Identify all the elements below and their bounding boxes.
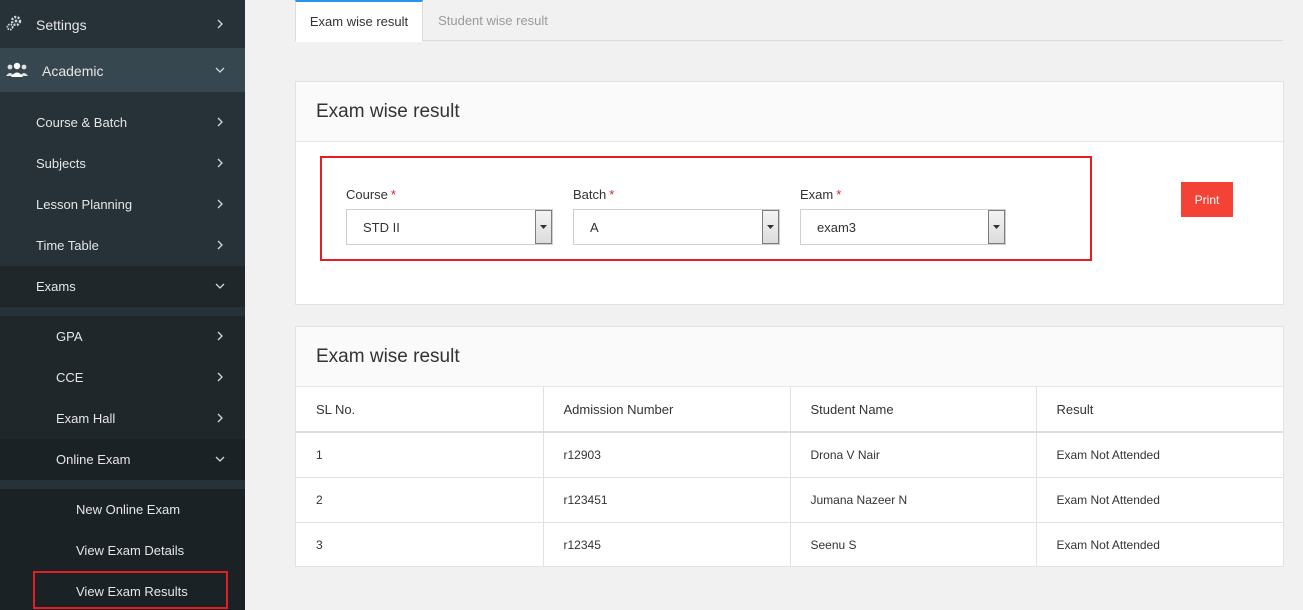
table-cell: 3	[296, 521, 544, 567]
sidebar-item-lesson-planning[interactable]: Lesson Planning	[0, 184, 245, 225]
table-cell: 2	[296, 476, 544, 522]
sidebar-item-view-exam-results[interactable]: View Exam Results	[0, 571, 245, 610]
chevron-right-icon	[215, 331, 225, 341]
sidebar-item-label: Course & Batch	[36, 115, 128, 130]
chevron-right-icon	[215, 372, 225, 382]
tab-label: Exam wise result	[309, 14, 409, 29]
sidebar-item-time-table[interactable]: Time Table	[0, 225, 245, 266]
sidebar-item-gpa[interactable]: GPA	[0, 316, 245, 357]
table-cell: Exam Not Attended	[1036, 431, 1283, 477]
table-cell: Exam Not Attended	[1036, 476, 1283, 522]
sidebar-item-exams[interactable]: Exams	[0, 266, 245, 307]
sidebar-item-label: View Exam Results	[76, 584, 188, 599]
table-cell: r12345	[543, 521, 791, 567]
sidebar-item-label: View Exam Details	[76, 543, 185, 558]
sidebar-item-label: Online Exam	[56, 452, 131, 467]
exam-select[interactable]: exam3	[800, 209, 1006, 245]
sidebar-item-exam-hall[interactable]: Exam Hall	[0, 398, 245, 439]
chevron-down-icon	[215, 65, 225, 75]
sidebar-item-label: GPA	[56, 329, 83, 344]
table-cell: 1	[296, 431, 544, 477]
sidebar-item-label: Exam Hall	[56, 411, 116, 426]
chevron-right-icon	[215, 158, 225, 168]
result-tabs: Exam wise result Student wise result	[295, 0, 1283, 42]
required-mark: *	[609, 187, 615, 202]
chevron-right-icon	[215, 413, 225, 423]
column-header-student-name: Student Name	[790, 387, 1037, 433]
filter-highlight-box: Course * STD II Batch * A Exam * exam3	[320, 156, 1092, 261]
chevron-down-icon	[215, 281, 225, 291]
required-mark: *	[836, 187, 842, 202]
chevron-down-icon	[762, 210, 779, 244]
panel-title: Exam wise result	[316, 346, 460, 367]
batch-label-text: Batch	[573, 187, 607, 202]
table-cell: r123451	[543, 476, 791, 522]
tab-label: Student wise result	[438, 13, 548, 28]
chevron-right-icon	[215, 117, 225, 127]
batch-select[interactable]: A	[573, 209, 780, 245]
users-icon	[5, 61, 29, 79]
exam-label-text: Exam	[800, 187, 834, 202]
sidebar-item-new-online-exam[interactable]: New Online Exam	[0, 489, 245, 530]
sidebar-item-label: Settings	[36, 17, 87, 33]
column-header-result: Result	[1036, 387, 1283, 433]
print-button[interactable]: Print	[1181, 182, 1233, 217]
table-row: 3 r12345 Seenu S Exam Not Attended	[296, 521, 1283, 567]
sidebar-item-subjects[interactable]: Subjects	[0, 143, 245, 184]
exam-label: Exam *	[800, 187, 841, 202]
table-cell: Drona V Nair	[790, 431, 1037, 477]
sidebar-item-online-exam[interactable]: Online Exam	[0, 439, 245, 480]
sidebar-item-label: Time Table	[36, 238, 99, 253]
tab-student-wise-result[interactable]: Student wise result	[423, 0, 563, 41]
sidebar-item-label: CCE	[56, 370, 84, 385]
course-select[interactable]: STD II	[346, 209, 553, 245]
sidebar-item-settings[interactable]: Settings	[0, 0, 245, 48]
batch-label: Batch *	[573, 187, 614, 202]
sidebar-item-label: Subjects	[36, 156, 86, 171]
sidebar-item-course-batch[interactable]: Course & Batch	[0, 102, 245, 143]
table-cell: Seenu S	[790, 521, 1037, 567]
batch-select-value: A	[590, 219, 599, 235]
table-header-row: SL No. Admission Number Student Name Res…	[296, 387, 1283, 433]
sidebar-item-view-exam-details[interactable]: View Exam Details	[0, 530, 245, 571]
column-header-sl-no: SL No.	[296, 387, 544, 433]
gears-icon	[6, 15, 22, 31]
panel-title: Exam wise result	[316, 101, 460, 122]
table-row: 2 r123451 Jumana Nazeer N Exam Not Atten…	[296, 476, 1283, 522]
required-mark: *	[390, 187, 396, 202]
table-cell: Jumana Nazeer N	[790, 476, 1037, 522]
results-table: SL No. Admission Number Student Name Res…	[296, 387, 1283, 567]
table-cell: Exam Not Attended	[1036, 521, 1283, 567]
table-row: 1 r12903 Drona V Nair Exam Not Attended	[296, 431, 1283, 477]
tab-exam-wise-result[interactable]: Exam wise result	[295, 0, 423, 42]
sidebar-item-label: Lesson Planning	[36, 197, 133, 212]
sidebar-item-label: Academic	[42, 63, 104, 79]
chevron-down-icon	[988, 210, 1005, 244]
panel-header: Exam wise result	[296, 327, 1283, 387]
chevron-right-icon	[215, 199, 225, 209]
chevron-down-icon	[215, 454, 225, 464]
sidebar-item-label: New Online Exam	[76, 502, 181, 517]
panel-header: Exam wise result	[296, 82, 1283, 142]
course-label: Course *	[346, 187, 396, 202]
course-label-text: Course	[346, 187, 388, 202]
results-panel: Exam wise result SL No. Admission Number…	[295, 326, 1284, 567]
chevron-down-icon	[535, 210, 552, 244]
sidebar-item-label: Exams	[36, 279, 76, 294]
table-cell: r12903	[543, 431, 791, 477]
sidebar-item-academic[interactable]: Academic	[0, 48, 245, 92]
chevron-right-icon	[215, 19, 225, 29]
sidebar: Settings Academic Course & Batch Subject…	[0, 0, 245, 610]
course-select-value: STD II	[363, 219, 400, 235]
column-header-admission-number: Admission Number	[543, 387, 791, 433]
exam-select-value: exam3	[817, 219, 857, 235]
chevron-right-icon	[215, 240, 225, 250]
sidebar-item-cce[interactable]: CCE	[0, 357, 245, 398]
filter-panel: Exam wise result Course * STD II Batch * A…	[295, 81, 1284, 305]
